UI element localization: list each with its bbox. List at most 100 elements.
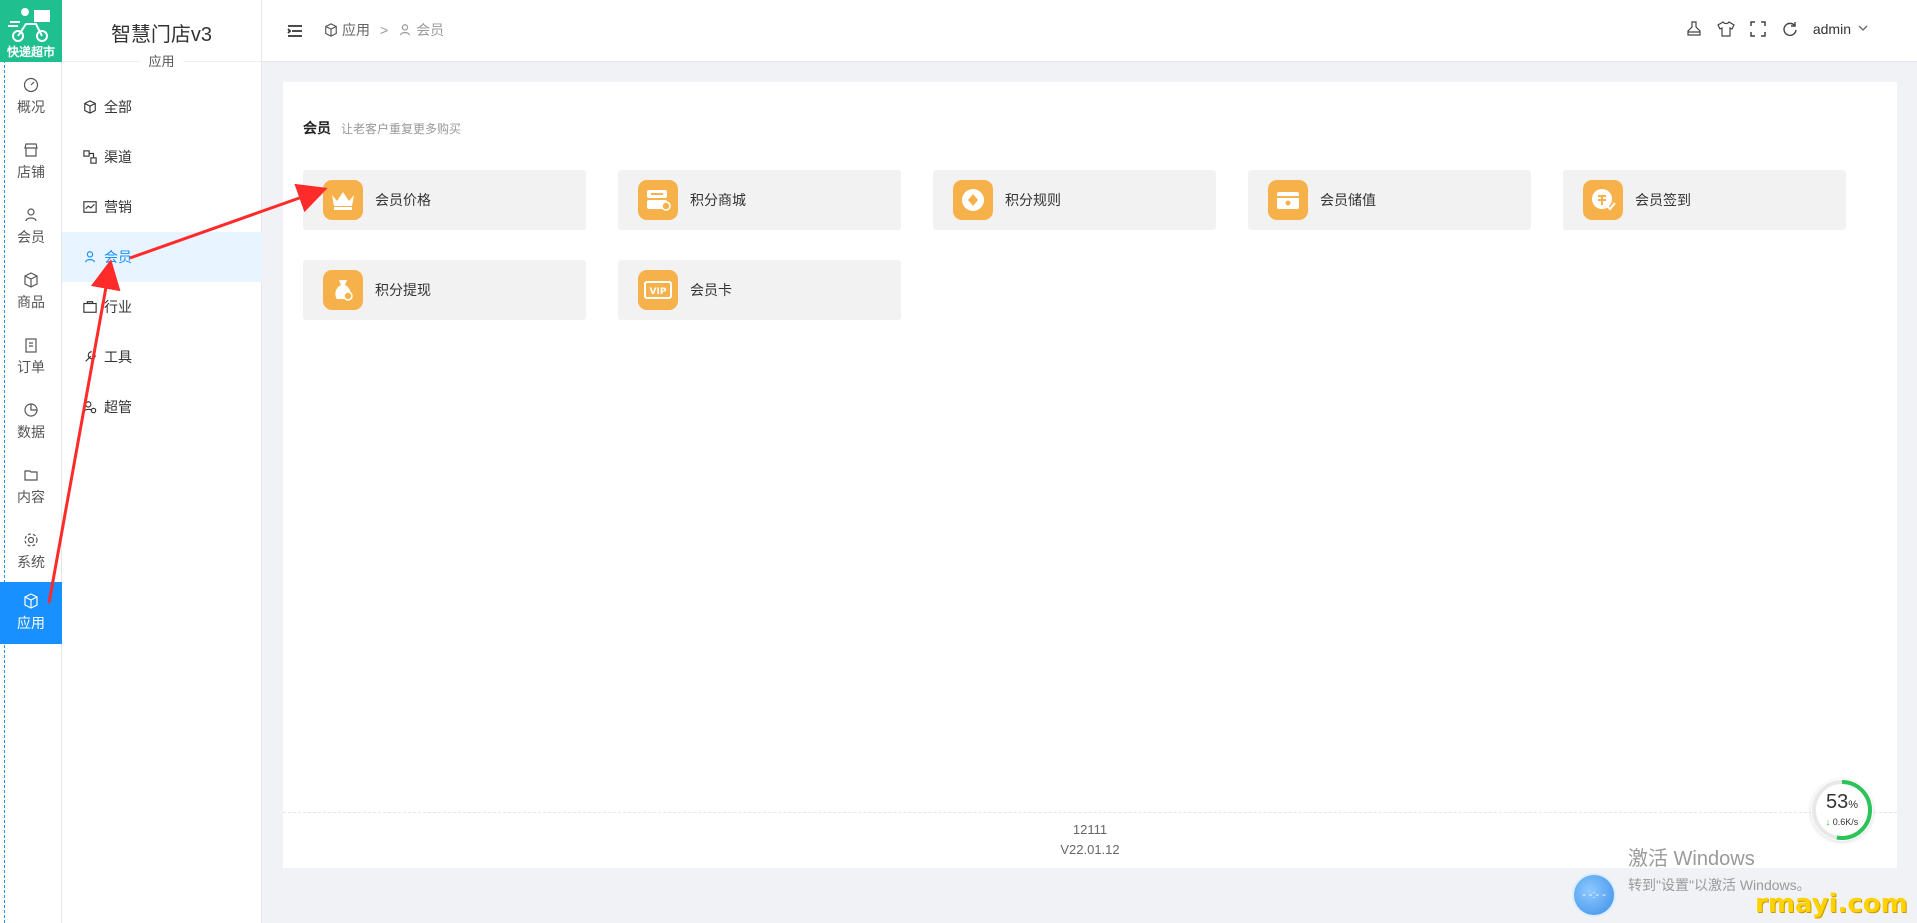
app-tile-member-deposit[interactable]: 会员储值 <box>1248 170 1531 230</box>
rule-coin-icon <box>953 180 993 220</box>
subnav-item-label: 工具 <box>104 349 132 365</box>
rail-item-label: 会员 <box>17 229 45 245</box>
network-speed-widget[interactable]: 53% ↓ 0.6K/s <box>1811 779 1873 841</box>
left-rail: 快递超市 概况 店铺 会员 商品 订单 数据 内容 系统 应用 <box>0 0 62 923</box>
rail-item-data[interactable]: 数据 <box>0 391 62 453</box>
breadcrumb-current: 会员 <box>398 20 444 40</box>
assistant-bubble-icon[interactable]: - -:- - <box>1572 873 1616 917</box>
app-tile-label: 积分提现 <box>375 282 431 298</box>
app-grid: 会员价格 积分商城 积分规则 会员储值 会员签到 积分提现 VIP 会员卡 <box>303 170 1846 320</box>
briefcase-icon <box>82 299 98 315</box>
rail-item-content[interactable]: 内容 <box>0 456 62 518</box>
subnav-item-superadmin[interactable]: 超管 <box>62 382 262 432</box>
app-tile-member-checkin[interactable]: 会员签到 <box>1563 170 1846 230</box>
theme-shirt-icon[interactable] <box>1717 20 1735 38</box>
footer-divider <box>283 812 1897 813</box>
cube-icon <box>23 593 39 609</box>
rail-item-overview[interactable]: 概况 <box>0 66 62 128</box>
section-description: 让老客户重复更多购买 <box>341 122 462 136</box>
app-tile-member-price[interactable]: 会员价格 <box>303 170 586 230</box>
rail-item-system[interactable]: 系统 <box>0 521 62 583</box>
cube-icon <box>82 99 98 115</box>
breadcrumb-separator: > <box>380 22 389 38</box>
rail-item-store[interactable]: 店铺 <box>0 131 62 193</box>
subnav-item-label: 超管 <box>104 399 132 415</box>
admin-icon <box>82 399 98 415</box>
user-icon <box>398 23 412 37</box>
vip-card-icon: VIP <box>638 270 678 310</box>
breadcrumb-root[interactable]: 应用 <box>324 20 370 40</box>
breadcrumb-current-label: 会员 <box>416 22 445 38</box>
app-tile-label: 会员签到 <box>1635 192 1691 208</box>
tool-icon <box>82 349 98 365</box>
pie-chart-icon <box>23 402 39 418</box>
app-tile-label: 会员价格 <box>375 192 431 208</box>
section-title: 会员 <box>303 120 331 136</box>
subnav-item-label: 会员 <box>104 249 132 265</box>
user-icon <box>23 207 39 223</box>
store-icon <box>23 142 39 158</box>
user-menu[interactable]: admin <box>1813 21 1869 37</box>
trend-icon <box>82 199 98 215</box>
top-header: 应用 > 会员 admin <box>262 0 1917 62</box>
gear-icon <box>23 532 39 548</box>
rail-item-label: 系统 <box>17 554 45 570</box>
rail-item-goods[interactable]: 商品 <box>0 261 62 323</box>
app-tile-points-withdraw[interactable]: 积分提现 <box>303 260 586 320</box>
app-tile-label: 积分规则 <box>1005 192 1061 208</box>
brand-title: 智慧门店v3 <box>110 24 213 46</box>
app-tile-label: 会员储值 <box>1320 192 1376 208</box>
section-header: 会员 让老客户重复更多购买 <box>303 118 461 138</box>
subnav-item-industry[interactable]: 行业 <box>62 282 262 332</box>
subnav-item-label: 行业 <box>104 299 132 315</box>
clean-cache-icon[interactable] <box>1685 20 1703 38</box>
wallet-icon <box>1268 180 1308 220</box>
subnav-item-tools[interactable]: 工具 <box>62 332 262 382</box>
subnav-item-label: 渠道 <box>104 149 132 165</box>
site-watermark: rmayi.com <box>1755 889 1908 919</box>
clipboard-icon <box>23 337 39 353</box>
subnav-item-all[interactable]: 全部 <box>62 82 262 132</box>
header-tools: admin <box>1685 20 1869 38</box>
rail-item-label: 订单 <box>17 359 45 375</box>
subnav-item-label: 全部 <box>104 99 132 115</box>
money-bag-icon <box>323 270 363 310</box>
subnav-item-channel[interactable]: 渠道 <box>62 132 262 182</box>
app-tile-member-card[interactable]: VIP 会员卡 <box>618 260 901 320</box>
app-tile-points-mall[interactable]: 积分商城 <box>618 170 901 230</box>
checkin-icon <box>1583 180 1623 220</box>
breadcrumb-root-label: 应用 <box>342 22 370 38</box>
refresh-icon[interactable] <box>1781 20 1799 38</box>
username: admin <box>1812 21 1851 37</box>
rail-item-orders[interactable]: 订单 <box>0 326 62 388</box>
app-tile-points-rules[interactable]: 积分规则 <box>933 170 1216 230</box>
subnav-item-members[interactable]: 会员 <box>62 232 262 282</box>
user-icon <box>82 249 98 265</box>
crown-icon <box>323 180 363 220</box>
breadcrumb: 应用 > 会员 <box>324 20 444 40</box>
windows-activation-title: 激活 Windows <box>1628 848 1755 870</box>
rail-item-label: 应用 <box>17 615 45 631</box>
cube-icon <box>324 23 338 37</box>
content-card: 会员 让老客户重复更多购买 会员价格 积分商城 积分规则 会员储值 会员签到 积… <box>283 82 1897 868</box>
speed-rate: ↓ 0.6K/s <box>1825 817 1859 827</box>
rail-item-apps[interactable]: 应用 <box>0 582 62 644</box>
fullscreen-icon[interactable] <box>1749 20 1767 38</box>
logo[interactable]: 快递超市 <box>0 0 62 62</box>
svg-text:VIP: VIP <box>650 287 667 297</box>
rail-item-label: 概况 <box>17 99 45 115</box>
dashboard-icon <box>23 77 39 93</box>
footer-line: 12111 <box>1072 822 1108 837</box>
app-tile-label: 会员卡 <box>690 282 732 298</box>
mall-icon <box>638 180 678 220</box>
rail-item-label: 商品 <box>17 294 45 310</box>
rail-item-label: 店铺 <box>17 164 45 180</box>
rail-item-members[interactable]: 会员 <box>0 196 62 258</box>
windows-activation-watermark: 激活 Windows 转到"设置"以激活 Windows。 <box>1628 842 1811 895</box>
speed-percent: 53% <box>1825 791 1859 813</box>
subnav-item-marketing[interactable]: 营销 <box>62 182 262 232</box>
channel-icon <box>82 149 98 165</box>
folder-icon <box>23 467 39 483</box>
logo-text: 快递超市 <box>6 45 55 59</box>
menu-toggle-icon[interactable] <box>286 22 304 40</box>
